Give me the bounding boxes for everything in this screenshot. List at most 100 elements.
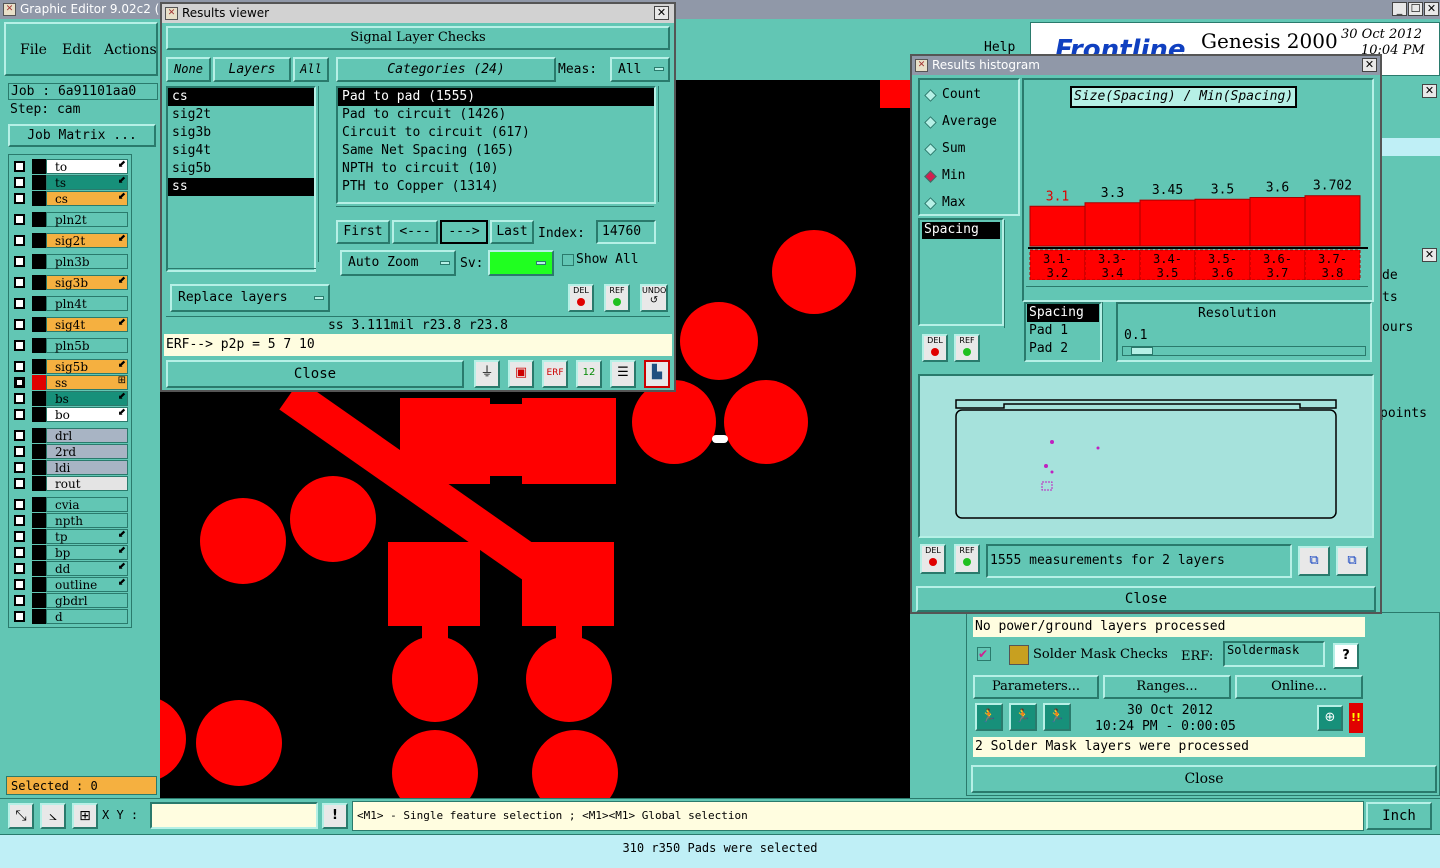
online-button[interactable]: Online... <box>1235 675 1363 699</box>
histogram-bar[interactable] <box>1029 205 1086 247</box>
layer-label[interactable]: pln5b <box>46 338 128 353</box>
result-layer-item[interactable]: sig5b <box>168 160 314 178</box>
histogram-bar[interactable] <box>1139 199 1196 247</box>
field-list[interactable]: Spacing Pad 1 Pad 2 <box>1024 302 1102 362</box>
layer-checkbox[interactable] <box>14 547 25 558</box>
undo-button[interactable]: UNDO ↺ <box>640 284 668 312</box>
all-button[interactable]: All <box>293 57 329 82</box>
first-button[interactable]: First <box>336 220 390 244</box>
layer-checkbox[interactable] <box>14 499 25 510</box>
results-viewer-close-button[interactable]: Close <box>166 360 464 388</box>
hist-ref-bottom[interactable]: REF <box>954 544 980 574</box>
measure-item[interactable]: Spacing <box>922 222 1000 239</box>
layer-checkbox[interactable] <box>14 515 25 526</box>
layer-checkbox[interactable] <box>14 563 25 574</box>
layer-checkbox[interactable] <box>14 161 25 172</box>
layer-row-bs[interactable]: bs ⬋ <box>10 391 128 406</box>
layer-label[interactable]: ldi <box>46 460 128 475</box>
layer-label[interactable]: sig3b <box>46 275 128 290</box>
layer-row-cvia[interactable]: cvia <box>10 497 128 512</box>
maximize-button[interactable]: ☐ <box>1408 2 1423 16</box>
layer-row-pln2t[interactable]: pln2t <box>10 212 128 227</box>
minimize-button[interactable]: _ <box>1392 2 1407 16</box>
zoom-window-button-2[interactable]: ⧉ <box>1336 546 1368 576</box>
layer-list-hscroll[interactable] <box>166 268 316 278</box>
layer-label[interactable]: 2rd <box>46 444 128 459</box>
snap-icon-button[interactable]: ⤡ <box>8 803 34 829</box>
layer-row-outline[interactable]: outline ⬋ <box>10 577 128 592</box>
hist-del-bottom[interactable]: DEL <box>920 544 946 574</box>
ref-button[interactable]: REF <box>604 284 630 312</box>
layer-label[interactable]: sig5b <box>46 359 128 374</box>
category-item[interactable]: NPTH to circuit (10) <box>338 160 654 178</box>
slider-handle[interactable] <box>1131 347 1153 355</box>
layer-row-ts[interactable]: ts ⬋ <box>10 175 128 190</box>
auto-zoom-dropdown[interactable]: Auto Zoom <box>340 250 456 276</box>
histogram-icon-button[interactable]: ▙ <box>644 360 670 388</box>
mode-radio-max[interactable]: Max <box>924 194 1018 214</box>
layer-list-scrollbar[interactable] <box>318 86 330 262</box>
none-button[interactable]: None <box>166 57 211 82</box>
measure-list[interactable]: Spacing <box>918 218 1004 326</box>
layer-row-pln3b[interactable]: pln3b <box>10 254 128 269</box>
histogram-bar[interactable] <box>1249 197 1306 247</box>
mode-radio-count[interactable]: Count <box>924 86 1018 106</box>
layer-checkbox[interactable] <box>14 319 25 330</box>
layer-row-ldi[interactable]: ldi <box>10 460 128 475</box>
grid-icon-button[interactable]: ⊞ <box>72 803 98 829</box>
layer-checkbox[interactable] <box>14 611 25 622</box>
category-item[interactable]: Same Net Spacing (165) <box>338 142 654 160</box>
layer-label[interactable]: bp <box>46 545 128 560</box>
layer-label[interactable]: outline <box>46 577 128 592</box>
layer-checkbox[interactable] <box>14 361 25 372</box>
layer-checkbox[interactable] <box>14 478 25 489</box>
units-button[interactable]: Inch <box>1366 802 1432 830</box>
result-layer-item[interactable]: ss <box>168 178 314 196</box>
result-layer-item[interactable]: cs <box>168 88 314 106</box>
layer-label[interactable]: gbdrl <box>46 593 128 608</box>
layer-checkbox[interactable] <box>14 256 25 267</box>
close-partial-1[interactable]: ✕ <box>1422 84 1437 98</box>
layer-checkbox[interactable] <box>14 377 25 388</box>
layer-checkbox[interactable] <box>14 531 25 542</box>
tool-icon-3[interactable]: ERF <box>542 360 568 388</box>
tool-icon-5[interactable]: ☰ <box>610 360 636 388</box>
sv-color-dropdown[interactable] <box>488 250 554 276</box>
layer-checkbox[interactable] <box>14 340 25 351</box>
next-button[interactable]: ---> <box>440 220 488 244</box>
layer-label[interactable]: to <box>46 159 128 174</box>
layer-row-to[interactable]: to ⬋ <box>10 159 128 174</box>
run-icon-button-3[interactable]: 🏃 <box>1043 703 1071 731</box>
help-menu[interactable]: Help <box>984 40 1015 55</box>
layer-row-dd[interactable]: dd ⬋ <box>10 561 128 576</box>
close-main-button[interactable]: ✕ <box>1424 2 1439 16</box>
solder-checkbox[interactable]: ✔ <box>977 647 991 661</box>
histogram-bar[interactable] <box>1084 202 1141 247</box>
layer-checkbox[interactable] <box>14 409 25 420</box>
result-layer-item[interactable]: sig2t <box>168 106 314 124</box>
layer-label[interactable]: ts <box>46 175 128 190</box>
layer-checkbox[interactable] <box>14 277 25 288</box>
layer-checkbox[interactable] <box>14 235 25 246</box>
layer-row-gbdrl[interactable]: gbdrl <box>10 593 128 608</box>
meas-dropdown[interactable]: All <box>610 57 670 82</box>
layer-label[interactable]: drl <box>46 428 128 443</box>
layer-label[interactable]: cvia <box>46 497 128 512</box>
layer-row-2rd[interactable]: 2rd <box>10 444 128 459</box>
category-list-hscroll[interactable] <box>336 206 654 216</box>
layer-result-list[interactable]: cs sig2t sig3b sig4t sig5b ss <box>166 86 316 272</box>
zoom-window-button-1[interactable]: ⧉ <box>1298 546 1330 576</box>
histogram-bar[interactable] <box>1194 198 1251 247</box>
layer-row-drl[interactable]: drl <box>10 428 128 443</box>
hist-ref-left[interactable]: REF <box>954 334 980 362</box>
layer-checkbox[interactable] <box>14 595 25 606</box>
result-layer-item[interactable]: sig4t <box>168 142 314 160</box>
last-button[interactable]: Last <box>490 220 534 244</box>
mode-radio-average[interactable]: Average <box>924 113 1018 133</box>
layer-row-cs[interactable]: cs ⬋ <box>10 191 128 206</box>
layer-label[interactable]: dd <box>46 561 128 576</box>
layer-label[interactable]: tp <box>46 529 128 544</box>
layer-label[interactable]: pln4t <box>46 296 128 311</box>
layer-row-sig2t[interactable]: sig2t ⬋ <box>10 233 128 248</box>
field-item[interactable]: Pad 1 <box>1027 322 1099 340</box>
